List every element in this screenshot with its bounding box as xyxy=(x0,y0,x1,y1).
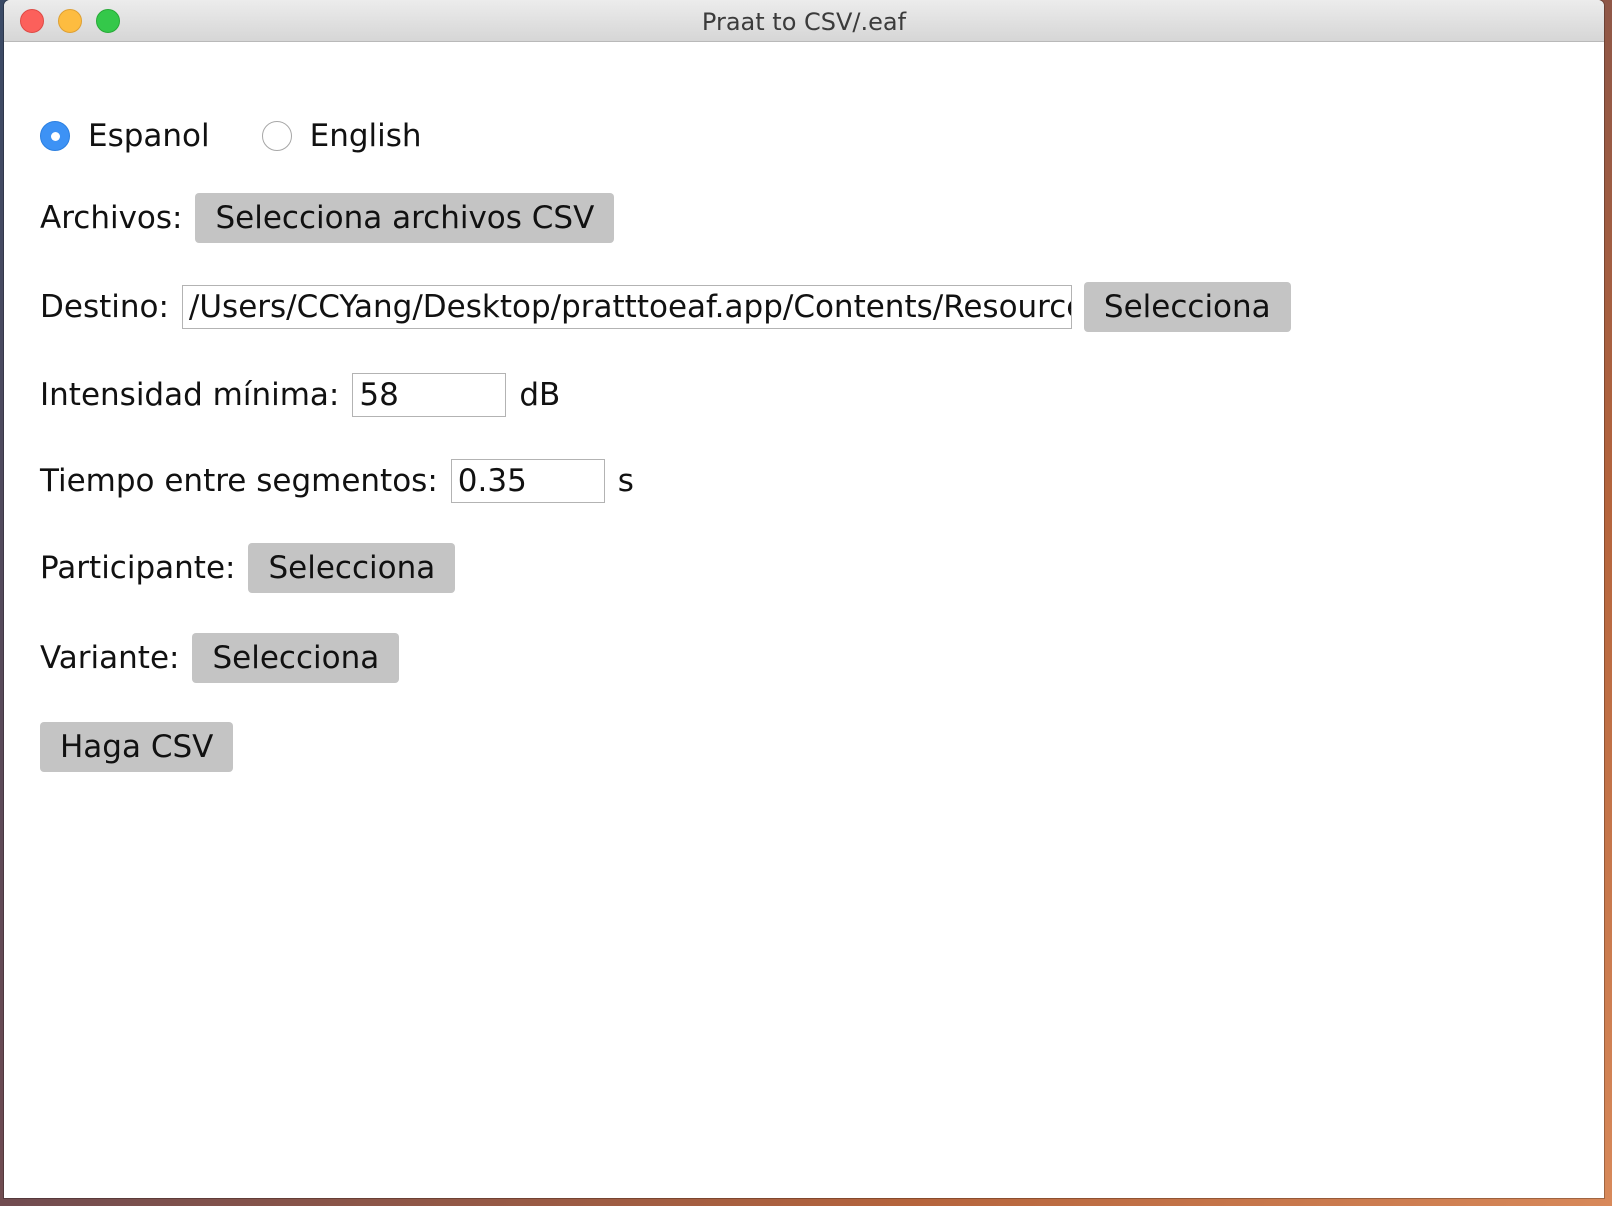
language-label-english: English xyxy=(309,118,422,154)
actions-row: Haga CSV xyxy=(40,722,234,772)
destination-row: Destino: /Users/CCYang/Desktop/pratttoea… xyxy=(40,282,1291,332)
variant-row: Variante: Selecciona xyxy=(40,633,400,683)
participant-row: Participante: Selecciona xyxy=(40,543,456,593)
destination-label: Destino: xyxy=(40,289,169,325)
destination-path-field[interactable]: /Users/CCYang/Desktop/pratttoeaf.app/Con… xyxy=(181,285,1072,329)
app-window: Praat to CSV/.eaf Espanol English Archiv… xyxy=(4,0,1604,1198)
main-content: Espanol English Archivos: Selecciona arc… xyxy=(4,42,1604,1198)
files-row: Archivos: Selecciona archivos CSV xyxy=(40,193,615,243)
participant-label: Participante: xyxy=(40,550,236,586)
language-label-espanol: Espanol xyxy=(88,118,210,154)
intensity-row: Intensidad mínima: 58 dB xyxy=(40,373,560,417)
files-label: Archivos: xyxy=(40,200,183,236)
select-destination-button[interactable]: Selecciona xyxy=(1083,282,1291,332)
select-participant-button[interactable]: Selecciona xyxy=(248,543,456,593)
radio-unselected-icon[interactable] xyxy=(261,121,292,151)
title-bar: Praat to CSV/.eaf xyxy=(4,0,1604,42)
intensity-input[interactable]: 58 xyxy=(352,373,507,417)
language-option-english[interactable]: English xyxy=(261,118,422,154)
segment-time-unit: s xyxy=(617,463,634,499)
segment-time-row: Tiempo entre segmentos: 0.35 s xyxy=(40,459,634,503)
language-selector: Espanol English xyxy=(40,118,474,154)
make-csv-button[interactable]: Haga CSV xyxy=(40,722,234,772)
select-variant-button[interactable]: Selecciona xyxy=(192,633,400,683)
intensity-label: Intensidad mínima: xyxy=(40,377,340,413)
radio-selected-icon[interactable] xyxy=(40,121,70,151)
intensity-unit: dB xyxy=(519,377,561,413)
variant-label: Variante: xyxy=(40,640,180,676)
window-title: Praat to CSV/.eaf xyxy=(701,8,907,36)
segment-time-input[interactable]: 0.35 xyxy=(450,459,605,503)
select-csv-files-button[interactable]: Selecciona archivos CSV xyxy=(195,193,615,243)
segment-time-label: Tiempo entre segmentos: xyxy=(40,463,438,499)
language-option-espanol[interactable]: Espanol xyxy=(40,118,210,154)
